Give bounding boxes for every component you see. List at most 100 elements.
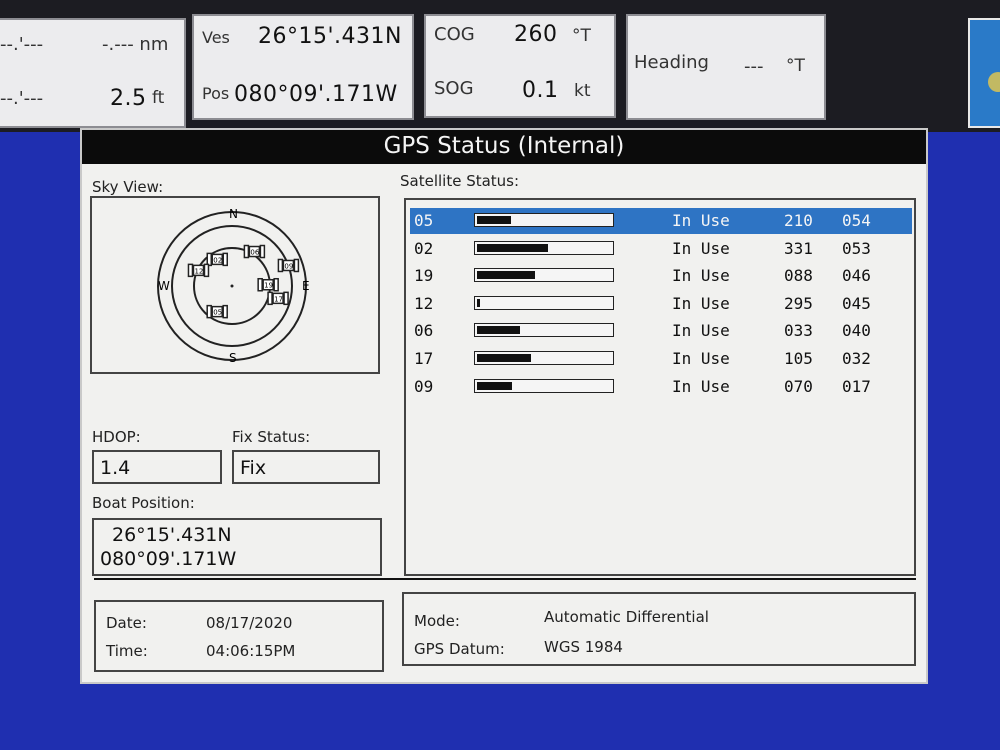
signal-strength-fill	[477, 271, 535, 280]
sky-satellite-marker: 09	[277, 258, 300, 273]
logo-mark	[988, 72, 1000, 92]
vessel-position-box[interactable]: Ves 26°15'.431N Pos 080°09'.171W	[192, 14, 414, 120]
gps-datum-value: WGS 1984	[544, 638, 623, 656]
signal-strength-bar	[474, 295, 614, 310]
mode-label: Mode:	[414, 612, 460, 630]
satellite-elevation: 046	[842, 266, 871, 286]
signal-strength-bar	[474, 323, 614, 338]
signal-strength-fill	[477, 298, 480, 307]
signal-strength-fill	[477, 354, 531, 362]
satellite-status: In Use	[672, 293, 730, 313]
signal-strength-bar	[474, 268, 614, 283]
depth-unit: ft	[152, 88, 165, 108]
satellite-azimuth: 033	[784, 321, 813, 341]
satellite-row[interactable]: 19 In Use 088 046	[410, 263, 912, 289]
satellite-status: In Use	[672, 321, 730, 341]
signal-strength-bar	[474, 213, 614, 227]
hdop-value: 1.4	[100, 457, 131, 479]
signal-strength-fill	[477, 216, 511, 224]
sky-satellite-marker: 17	[267, 291, 289, 306]
depth-left-value: --.'---	[0, 88, 44, 109]
satellite-id: 02	[414, 238, 434, 258]
satellite-status: In Use	[672, 376, 730, 396]
course-speed-box[interactable]: COG 260 °T SOG 0.1 kt	[424, 14, 616, 118]
depth-value: 2.5	[110, 86, 147, 111]
signal-strength-bar	[474, 351, 614, 365]
signal-strength-fill	[477, 243, 548, 252]
satellite-status-list[interactable]: 05 In Use 210 054 02 In Use 331 053 19 In Use 088 0…	[404, 198, 916, 576]
satellite-id: 09	[414, 376, 434, 396]
depth-distance-box[interactable]: --.'--- -.--- nm --.'--- 2.5 ft	[0, 18, 186, 128]
sky-satellite-marker: 12	[187, 263, 210, 278]
zenith-dot	[230, 284, 234, 288]
time-label: Time:	[106, 642, 148, 660]
sky-satellite-id: 05	[213, 309, 222, 317]
boat-latitude: 26°15'.431N	[112, 524, 232, 546]
distance-right-value: -.--- nm	[102, 34, 169, 55]
fix-status-field: Fix	[232, 450, 380, 484]
mode-value: Automatic Differential	[544, 608, 709, 626]
satellite-elevation: 053	[842, 238, 871, 258]
satellite-status: In Use	[672, 238, 730, 258]
satellite-id: 17	[414, 349, 434, 368]
date-time-box: Date: 08/17/2020 Time: 04:06:15PM	[94, 600, 384, 672]
satellite-row[interactable]: 05 In Use 210 054	[410, 208, 912, 234]
satellite-azimuth: 331	[784, 238, 813, 258]
sky-satellite-marker: 02	[206, 252, 229, 267]
date-label: Date:	[106, 614, 147, 632]
top-data-bar: --.'--- -.--- nm --.'--- 2.5 ft Ves 26°1…	[0, 0, 1000, 132]
sky-view-diagram: N S E W 05 02 19 12 06 17 09	[157, 207, 310, 365]
section-divider	[94, 578, 916, 580]
satellite-id: 12	[414, 293, 434, 313]
cog-value: 260	[514, 22, 558, 47]
sky-satellite-id: 06	[250, 249, 259, 257]
sky-view-label: Sky View:	[92, 178, 164, 196]
cog-unit: °T	[572, 26, 591, 46]
satellite-row[interactable]: 02 In Use 331 053	[410, 236, 912, 262]
satellite-elevation: 040	[842, 321, 871, 341]
satellite-id: 19	[414, 266, 434, 286]
date-value: 08/17/2020	[206, 614, 293, 632]
satellite-status: In Use	[672, 211, 730, 230]
satellite-row[interactable]: 17 In Use 105 032	[410, 346, 912, 372]
heading-box[interactable]: Heading --- °T	[626, 14, 826, 120]
signal-strength-fill	[477, 326, 520, 335]
boat-position-field: 26°15'.431N 080°09'.171W	[92, 518, 382, 576]
vessel-latitude: 26°15'.431N	[258, 24, 402, 49]
satellite-elevation: 054	[842, 211, 871, 230]
heading-label: Heading	[634, 52, 709, 73]
hdop-label: HDOP:	[92, 428, 141, 446]
satellite-azimuth: 070	[784, 376, 813, 396]
sky-satellite-marker: 06	[243, 244, 266, 259]
satellite-elevation: 032	[842, 349, 871, 368]
vessel-longitude: 080°09'.171W	[234, 82, 398, 107]
sog-unit: kt	[574, 81, 591, 101]
compass-south: S	[229, 351, 237, 365]
ves-label: Ves	[202, 28, 230, 47]
sky-satellite-id: 12	[194, 267, 203, 275]
dialog-title: GPS Status (Internal)	[82, 130, 926, 164]
hdop-field: 1.4	[92, 450, 222, 484]
app-logo-icon[interactable]	[968, 18, 1000, 128]
satellite-status: In Use	[672, 266, 730, 286]
satellite-azimuth: 210	[784, 211, 813, 230]
heading-unit: °T	[786, 56, 805, 76]
boat-position-label: Boat Position:	[92, 494, 195, 512]
satellite-row[interactable]: 12 In Use 295 045	[410, 291, 912, 317]
satellite-elevation: 017	[842, 376, 871, 396]
distance-left-value: --.'---	[0, 34, 44, 55]
time-value: 04:06:15PM	[206, 642, 296, 660]
signal-strength-fill	[477, 381, 512, 390]
compass-north: N	[229, 207, 238, 221]
sky-satellite-id: 19	[264, 282, 273, 290]
compass-west: W	[158, 279, 170, 293]
satellite-row[interactable]: 09 In Use 070 017	[410, 374, 912, 400]
satellite-elevation: 045	[842, 293, 871, 313]
fix-status-value: Fix	[240, 457, 267, 479]
gps-datum-label: GPS Datum:	[414, 640, 505, 658]
satellite-id: 06	[414, 321, 434, 341]
sky-satellite-id: 09	[284, 262, 293, 270]
pos-label: Pos	[202, 84, 230, 103]
satellite-row[interactable]: 06 In Use 033 040	[410, 318, 912, 344]
sky-satellite-id: 02	[213, 256, 222, 264]
